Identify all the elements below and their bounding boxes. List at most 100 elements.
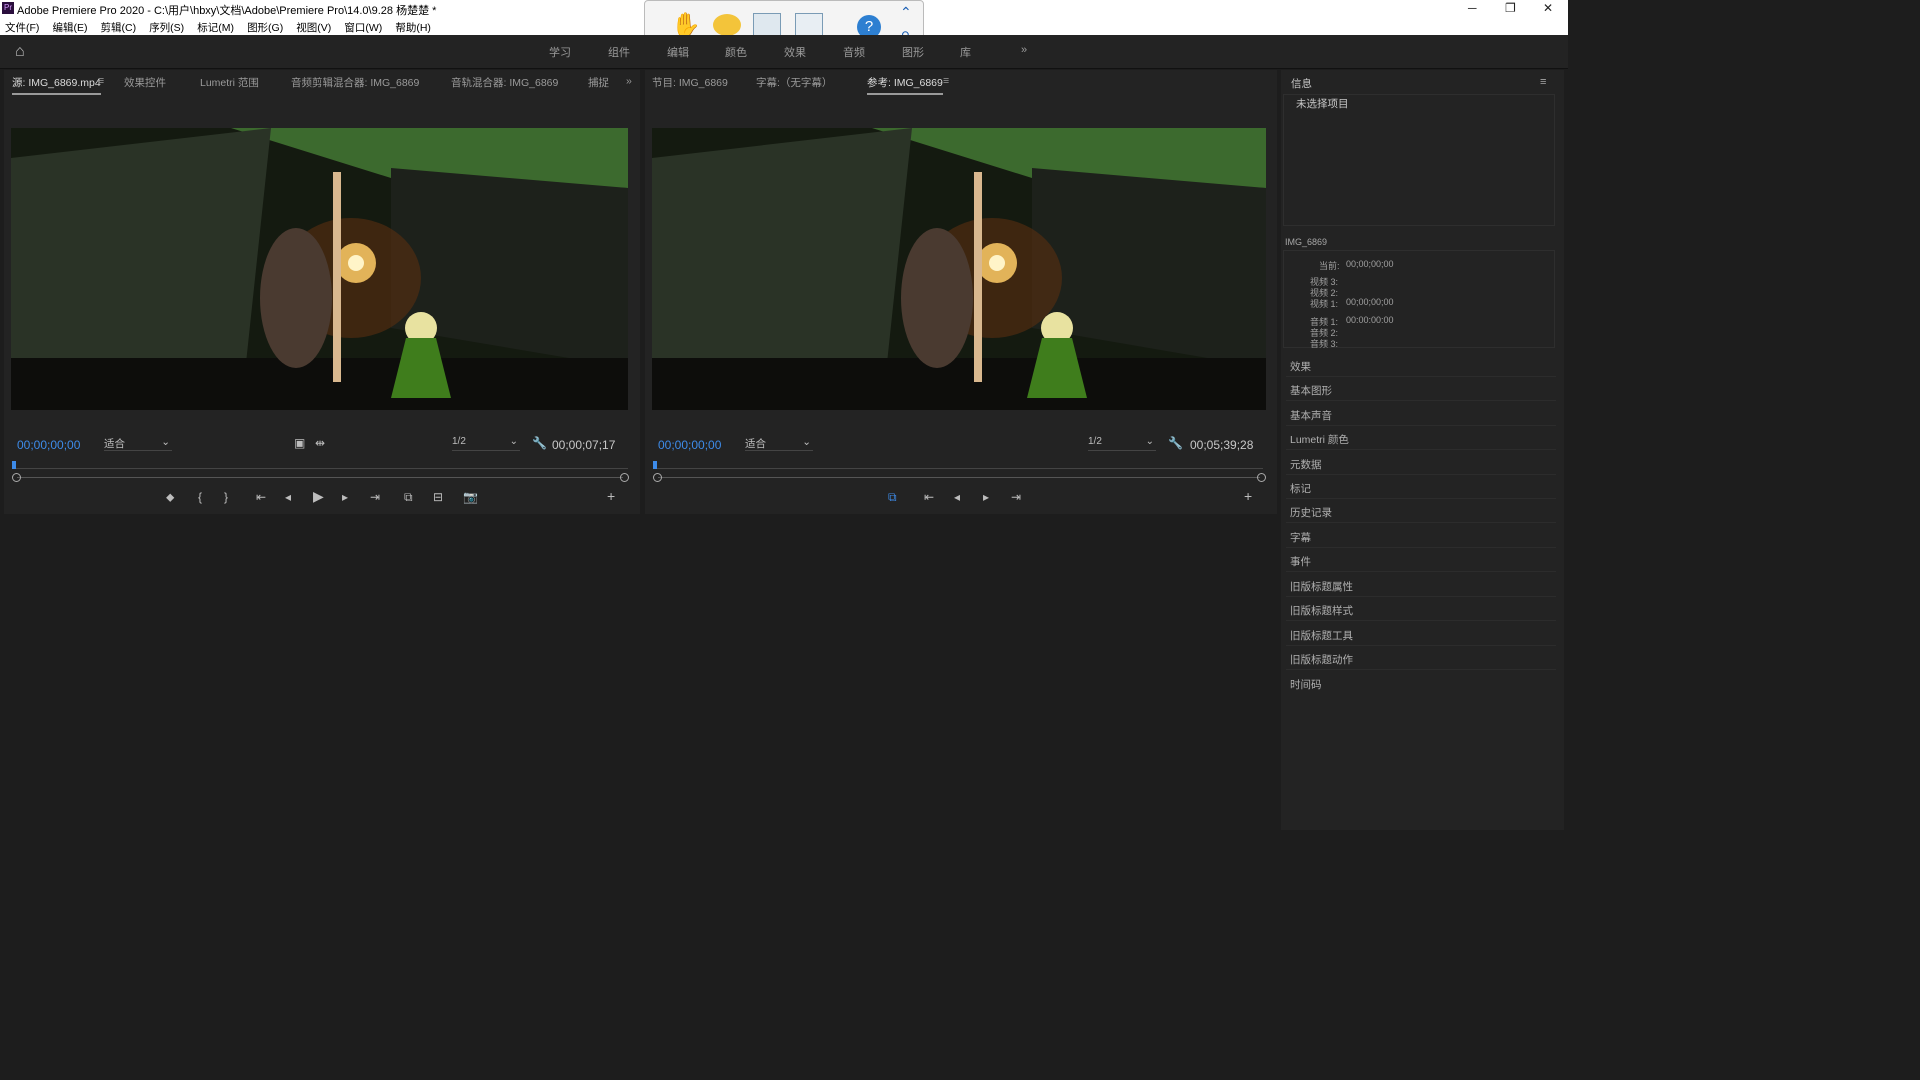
audio3-label: 音频 3:	[1310, 339, 1339, 349]
more-tabs-icon[interactable]: »	[626, 75, 632, 87]
tab-source[interactable]: 源: IMG_6869.mp4	[12, 75, 101, 95]
program-fit-label: 适合	[745, 438, 766, 450]
workspace-editing[interactable]: 编辑	[667, 44, 689, 60]
go-to-out-icon[interactable]: ⇥	[370, 490, 380, 504]
source-time-ruler[interactable]	[14, 468, 628, 469]
source-zoom-bar[interactable]	[17, 477, 623, 478]
info-panel: 信息 ≡ 未选择项目 IMG_6869 当前: 00;00;00;00 视频 3…	[1281, 70, 1564, 830]
step-forward-icon[interactable]: ▸	[983, 490, 989, 504]
button-editor-plus-icon[interactable]: +	[607, 488, 615, 504]
settings-wrench-icon[interactable]: 🔧	[1168, 436, 1183, 450]
side-panel-history[interactable]: 历史记录	[1290, 505, 1332, 520]
program-playhead[interactable]	[653, 461, 657, 469]
workspace-color[interactable]: 颜色	[725, 44, 747, 60]
side-panel-legacy-title-tools[interactable]: 旧版标题工具	[1290, 628, 1353, 643]
side-panel-legacy-title-actions[interactable]: 旧版标题动作	[1290, 652, 1353, 667]
tab-capture[interactable]: 捕捉	[588, 75, 609, 90]
side-panel-timecode[interactable]: 时间码	[1290, 677, 1322, 692]
zoom-handle-right[interactable]	[1257, 473, 1266, 482]
step-forward-icon[interactable]: ▸	[342, 490, 348, 504]
source-resolution-dropdown[interactable]: 1/2 ⌄	[452, 436, 520, 451]
program-timecode[interactable]: 00;00;00;00	[658, 438, 721, 452]
program-video-frame[interactable]	[652, 128, 1266, 410]
go-to-in-icon[interactable]: ⇤	[924, 490, 934, 504]
menu-graphics[interactable]: 图形(G)	[242, 18, 288, 35]
side-panel-effects[interactable]: 效果	[1290, 359, 1311, 374]
side-panel-essential-sound[interactable]: 基本声音	[1290, 408, 1332, 423]
more-workspaces-icon[interactable]: »	[1021, 44, 1027, 56]
button-editor-plus-icon[interactable]: +	[1244, 488, 1252, 504]
info-panel-title: 信息	[1291, 78, 1312, 90]
mark-in-icon[interactable]: {	[198, 490, 202, 504]
side-panel-lumetri-color[interactable]: Lumetri 颜色	[1290, 432, 1349, 447]
minimize-button[interactable]: ─	[1468, 1, 1477, 15]
menu-file[interactable]: 文件(F)	[0, 18, 44, 35]
workspace-libraries[interactable]: 库	[960, 44, 971, 60]
side-panel-legacy-title-properties[interactable]: 旧版标题属性	[1290, 579, 1353, 594]
zoom-handle-left[interactable]	[12, 473, 21, 482]
step-back-icon[interactable]: ◂	[285, 490, 291, 504]
tab-reference[interactable]: 参考: IMG_6869	[867, 75, 943, 95]
panel-menu-icon[interactable]: ≡	[943, 75, 949, 87]
menu-window[interactable]: 窗口(W)	[339, 18, 387, 35]
side-panel-captions[interactable]: 字幕	[1290, 530, 1311, 545]
source-monitor: 源: IMG_6869.mp4 ≡ 效果控件 Lumetri 范围 音频剪辑混合…	[4, 70, 640, 514]
home-icon[interactable]: ⌂	[15, 43, 25, 61]
menu-clip[interactable]: 剪辑(C)	[96, 18, 142, 35]
panel-menu-icon[interactable]: ≡	[98, 75, 104, 87]
tab-audio-track-mixer[interactable]: 音轨混合器: IMG_6869	[451, 75, 558, 90]
export-frame-icon[interactable]: 📷	[463, 490, 478, 504]
divider	[1286, 498, 1556, 499]
menu-help[interactable]: 帮助(H)	[390, 18, 436, 35]
side-panel-markers[interactable]: 标记	[1290, 481, 1311, 496]
source-playhead[interactable]	[12, 461, 16, 469]
comment-icon[interactable]	[713, 14, 741, 36]
tab-audio-clip-mixer[interactable]: 音频剪辑混合器: IMG_6869	[291, 75, 419, 90]
maximize-button[interactable]: ❐	[1505, 1, 1516, 15]
go-to-out-icon[interactable]: ⇥	[1011, 490, 1021, 504]
tab-program[interactable]: 节目: IMG_6869	[652, 75, 728, 90]
side-panel-metadata[interactable]: 元数据	[1290, 457, 1322, 472]
workspace-assembly[interactable]: 组件	[608, 44, 630, 60]
menu-marker[interactable]: 标记(M)	[192, 18, 239, 35]
drag-video-icon[interactable]: ⇹	[315, 436, 325, 450]
source-timecode[interactable]: 00;00;00;00	[17, 438, 80, 452]
add-marker-icon[interactable]: ⬥	[166, 490, 174, 505]
program-fit-dropdown[interactable]: 适合 ⌄	[745, 436, 813, 451]
step-back-icon[interactable]: ◂	[954, 490, 960, 504]
window-title: Adobe Premiere Pro 2020 - C:\用户\hbxy\文档\…	[17, 5, 437, 17]
collapse-up-icon[interactable]: ⌃	[900, 4, 912, 21]
program-resolution-dropdown[interactable]: 1/2 ⌄	[1088, 436, 1156, 451]
program-zoom-bar[interactable]	[658, 477, 1260, 478]
settings-wrench-icon[interactable]: 🔧	[532, 436, 547, 450]
go-to-in-icon[interactable]: ⇤	[256, 490, 266, 504]
workspace-learn[interactable]: 学习	[549, 44, 571, 60]
play-icon[interactable]: ▶	[313, 488, 324, 505]
safe-margins-icon[interactable]: ▣	[294, 436, 305, 450]
divider	[1286, 571, 1556, 572]
tab-lumetri-scopes[interactable]: Lumetri 范围	[200, 75, 259, 90]
side-panel-essential-graphics[interactable]: 基本图形	[1290, 383, 1332, 398]
zoom-handle-right[interactable]	[620, 473, 629, 482]
close-button[interactable]: ✕	[1543, 1, 1553, 15]
overwrite-icon[interactable]: ⊟	[433, 490, 443, 504]
menu-edit[interactable]: 编辑(E)	[47, 18, 92, 35]
side-panel-legacy-title-styles[interactable]: 旧版标题样式	[1290, 603, 1353, 618]
workspace-effects[interactable]: 效果	[784, 44, 806, 60]
side-panel-events[interactable]: 事件	[1290, 554, 1311, 569]
tab-captions[interactable]: 字幕:（无字幕）	[756, 75, 832, 90]
mark-out-icon[interactable]: }	[224, 490, 228, 504]
menu-view[interactable]: 视图(V)	[291, 18, 336, 35]
workspace-graphics[interactable]: 图形	[902, 44, 924, 60]
menu-sequence[interactable]: 序列(S)	[144, 18, 189, 35]
panel-menu-icon[interactable]: ≡	[1540, 76, 1546, 88]
compare-view-icon[interactable]: ⧉	[888, 490, 897, 505]
divider	[1286, 474, 1556, 475]
tab-effect-controls[interactable]: 效果控件	[124, 75, 166, 90]
insert-icon[interactable]: ⧉	[404, 490, 413, 505]
zoom-handle-left[interactable]	[653, 473, 662, 482]
program-time-ruler[interactable]	[655, 468, 1263, 469]
workspace-audio[interactable]: 音频	[843, 44, 865, 60]
source-fit-dropdown[interactable]: 适合 ⌄	[104, 436, 172, 451]
source-video-frame[interactable]	[11, 128, 628, 410]
